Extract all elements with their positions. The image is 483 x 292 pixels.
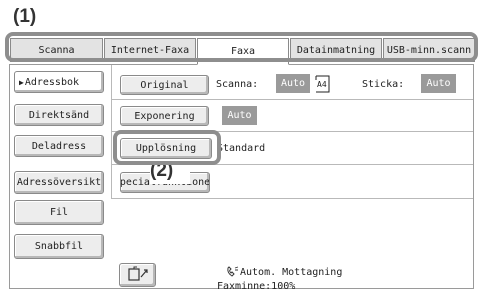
sidebar-item-adressbok[interactable]: ▶ Adressbok [14, 71, 104, 93]
sticka-label: Sticka: [362, 79, 405, 90]
paper-size-label: A4 [317, 80, 327, 89]
fax-memory-label: Faxminne:100% [217, 281, 296, 292]
sidebar-item-fil[interactable]: Fil [14, 200, 104, 225]
device-status-button[interactable] [119, 263, 156, 287]
callout-frame-1 [5, 32, 478, 62]
upplosning-value: Standard [217, 143, 266, 154]
sidebar-item-label: Adressbok [24, 76, 80, 88]
scanna-label: Scanna: [216, 79, 259, 90]
callout-frame-2 [113, 130, 221, 165]
exponering-button[interactable]: Exponering [120, 106, 209, 126]
sidebar-item-adressoversikt[interactable]: Adressöversikt [14, 171, 104, 194]
original-button[interactable]: Original [120, 75, 209, 95]
scanna-value-badge: Auto [276, 74, 310, 93]
settings-row-divider [111, 198, 473, 199]
reception-mode-label: Autom. Mottagning [240, 267, 343, 278]
exponering-value-badge: Auto [222, 106, 257, 125]
settings-row-divider [111, 99, 473, 100]
fax-machine-icon [127, 266, 149, 285]
sidebar-item-deladress[interactable]: Deladress [14, 135, 104, 157]
sidebar-item-snabbfil[interactable]: Snabbfil [14, 234, 104, 259]
selected-triangle-icon: ▶ [19, 77, 24, 87]
sidebar-item-direktsand[interactable]: Direktsänd [14, 104, 104, 126]
phone-receiver-icon [226, 266, 240, 278]
callout-number-1: (1) [13, 6, 37, 27]
sticka-value-badge: Auto [421, 74, 456, 93]
